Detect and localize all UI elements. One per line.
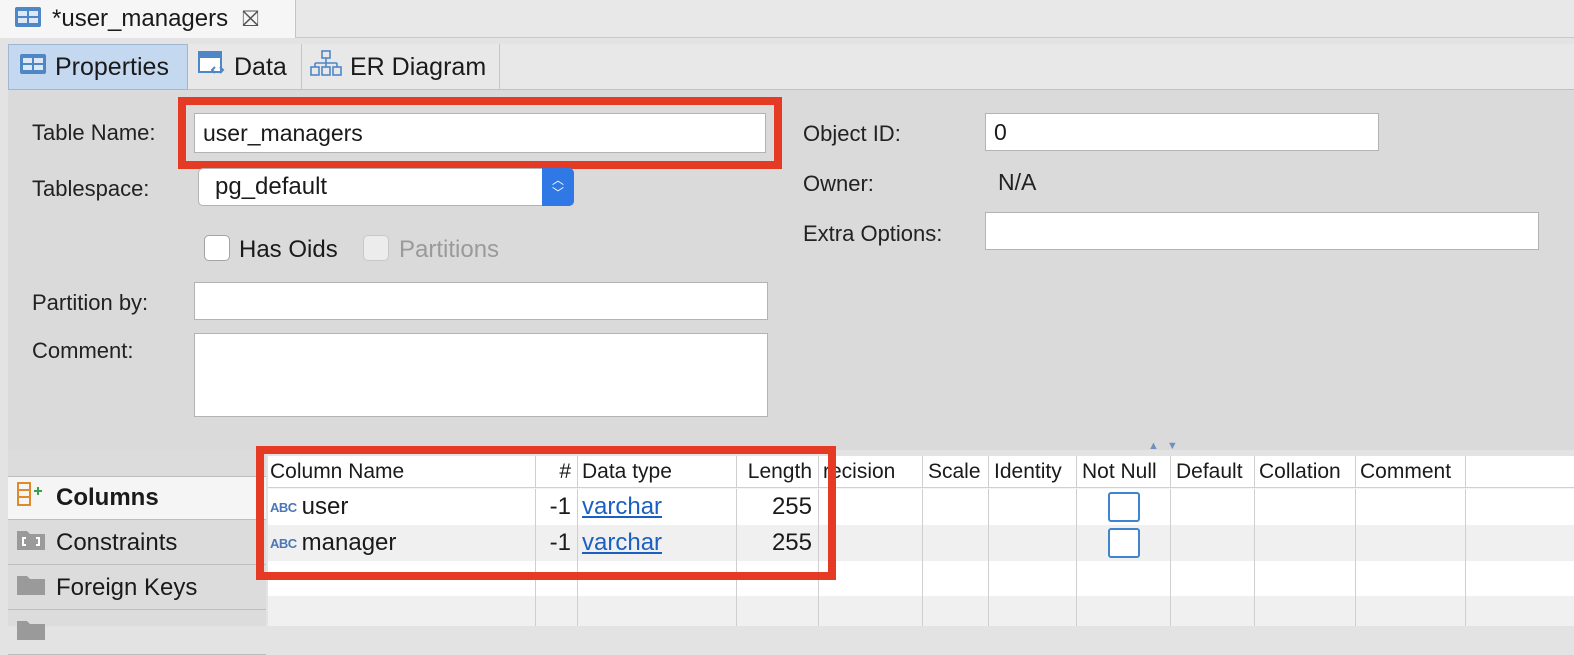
- tab-label: Properties: [55, 52, 169, 81]
- comment-textarea[interactable]: [194, 333, 768, 417]
- tab-label: Data: [234, 52, 287, 81]
- empty-cell: [989, 596, 1077, 626]
- header-identity[interactable]: Identity: [989, 456, 1077, 488]
- tab-properties[interactable]: Properties: [8, 44, 188, 90]
- editor-tab-title: *user_managers: [52, 5, 229, 32]
- object-id-input[interactable]: 0: [985, 113, 1379, 151]
- table-icon: [19, 53, 47, 82]
- side-nav: Columns Constraints Foreign Keys: [8, 450, 266, 655]
- not-null-checkbox[interactable]: [1107, 528, 1140, 558]
- tablespace-label: Tablespace:: [32, 176, 150, 201]
- header-not-null[interactable]: Not Null: [1077, 456, 1171, 488]
- owner-label: Owner:: [803, 171, 874, 196]
- tab-data[interactable]: Data: [190, 44, 302, 90]
- empty-cell: [923, 561, 989, 596]
- data-grid-icon: [198, 50, 226, 84]
- folder-icon: [16, 617, 46, 648]
- side-nav-label: Foreign Keys: [56, 573, 198, 601]
- empty-cell: [536, 596, 578, 626]
- columns-icon: [16, 481, 46, 516]
- cell-collation[interactable]: [1255, 525, 1356, 561]
- header-collation[interactable]: Collation: [1255, 456, 1356, 488]
- cell-not-null[interactable]: [1077, 525, 1171, 561]
- subtab-bar: Properties Data ER Diagram: [8, 44, 1574, 90]
- header-scale[interactable]: Scale: [923, 456, 989, 488]
- table-icon: [14, 6, 42, 33]
- empty-cell: [1255, 561, 1356, 596]
- side-nav-label: Constraints: [56, 528, 178, 556]
- highlight-box-columns: [256, 446, 836, 580]
- tab-label: ER Diagram: [350, 52, 487, 81]
- empty-cell: [923, 596, 989, 626]
- empty-cell: [578, 596, 737, 626]
- tablespace-value: pg_default: [215, 173, 328, 200]
- cell-default[interactable]: [1171, 525, 1255, 561]
- side-nav-constraints[interactable]: Constraints: [8, 521, 266, 565]
- partition-by-label: Partition by:: [32, 290, 149, 315]
- empty-cell: [819, 596, 923, 626]
- empty-cell: [1356, 561, 1466, 596]
- empty-cell: [270, 596, 536, 626]
- editor-tab-user-managers[interactable]: *user_managers ⛝: [0, 0, 296, 38]
- folder-constraint-icon: [16, 527, 46, 558]
- cell-scale[interactable]: [923, 489, 989, 525]
- cell-identity[interactable]: [989, 489, 1077, 525]
- comment-label: Comment:: [32, 338, 134, 363]
- tab-er-diagram[interactable]: ER Diagram: [302, 44, 500, 90]
- sash-arrows-icon[interactable]: ▲▼: [1148, 440, 1186, 452]
- cell-identity[interactable]: [989, 525, 1077, 561]
- has-oids-checkbox[interactable]: [204, 235, 230, 261]
- side-nav-foreign-keys[interactable]: Foreign Keys: [8, 566, 266, 610]
- empty-cell: [1077, 561, 1171, 596]
- header-default[interactable]: Default: [1171, 456, 1255, 488]
- not-null-checkbox[interactable]: [1107, 492, 1140, 522]
- empty-cell: [1356, 596, 1466, 626]
- folder-icon: [16, 572, 46, 603]
- partition-by-input[interactable]: [194, 282, 768, 320]
- empty-row: [268, 596, 1574, 626]
- cell-comment[interactable]: [1356, 489, 1466, 525]
- side-nav-columns[interactable]: Columns: [8, 476, 266, 520]
- empty-cell: [989, 561, 1077, 596]
- owner-value: N/A: [998, 169, 1037, 195]
- empty-cell: [1077, 596, 1171, 626]
- cell-comment[interactable]: [1356, 525, 1466, 561]
- empty-cell: [1171, 596, 1255, 626]
- extra-options-input[interactable]: [985, 212, 1539, 250]
- close-icon[interactable]: ⛝: [242, 8, 259, 30]
- side-nav-more[interactable]: [8, 611, 266, 655]
- er-diagram-icon: [310, 49, 342, 85]
- cell-default[interactable]: [1171, 489, 1255, 525]
- empty-cell: [737, 596, 819, 626]
- cell-collation[interactable]: [1255, 489, 1356, 525]
- table-name-input[interactable]: user_managers: [194, 113, 766, 153]
- object-id-label: Object ID:: [803, 121, 901, 146]
- cell-scale[interactable]: [923, 525, 989, 561]
- side-nav-label: Columns: [56, 484, 159, 511]
- empty-cell: [1255, 596, 1356, 626]
- table-name-label: Table Name:: [32, 120, 156, 145]
- chevron-updown-icon[interactable]: ︿ ﹀: [542, 168, 574, 206]
- empty-cell: [1171, 561, 1255, 596]
- cell-not-null[interactable]: [1077, 489, 1171, 525]
- header-comment[interactable]: Comment: [1356, 456, 1466, 488]
- partitions-label: Partitions: [399, 236, 500, 263]
- partitions-checkbox[interactable]: [363, 235, 389, 261]
- has-oids-label: Has Oids: [239, 236, 338, 263]
- extra-options-label: Extra Options:: [803, 221, 943, 246]
- editor-tab-bar: *user_managers ⛝: [0, 0, 1574, 38]
- tablespace-select[interactable]: pg_default ︿ ﹀: [198, 168, 574, 206]
